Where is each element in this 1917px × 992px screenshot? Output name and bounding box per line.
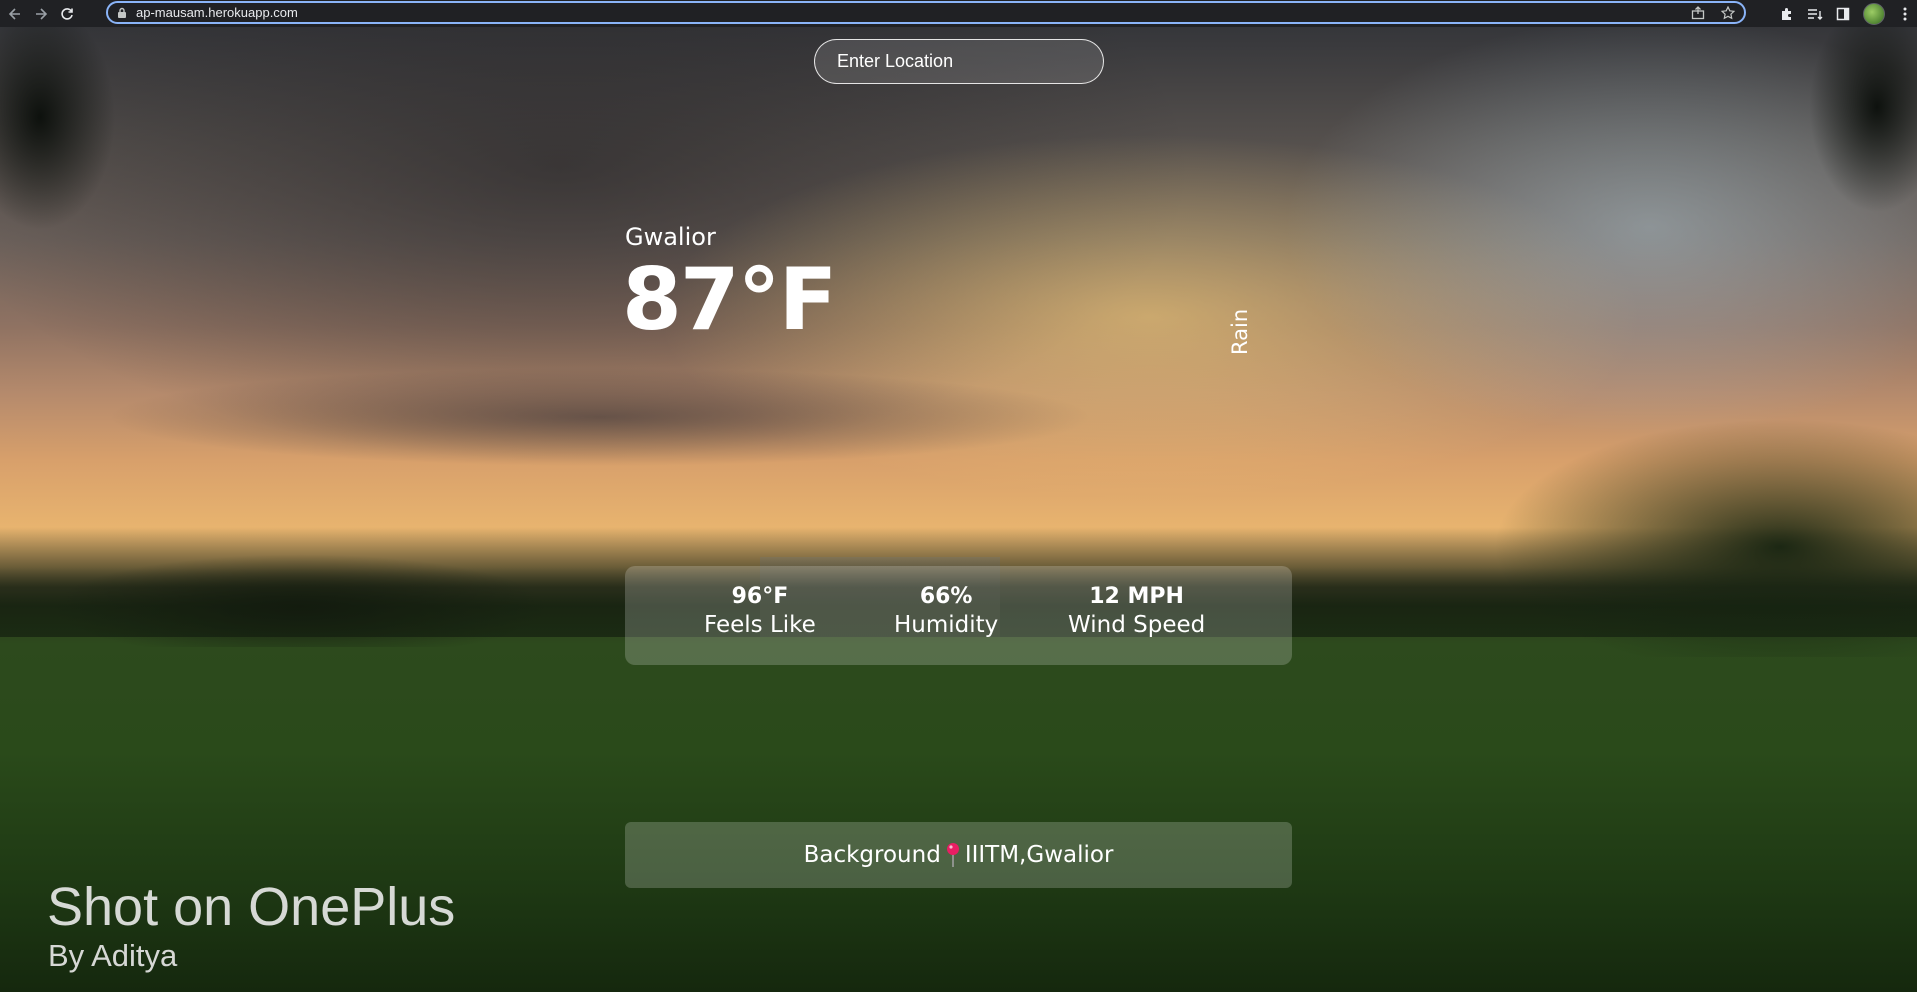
feels-like-stat: 96°F Feels Like bbox=[704, 584, 816, 638]
share-icon[interactable] bbox=[1690, 5, 1706, 21]
background-photo-leaves-left bbox=[0, 27, 160, 287]
lock-icon[interactable] bbox=[114, 5, 130, 21]
feels-like-label: Feels Like bbox=[704, 612, 816, 638]
background-label: Background bbox=[803, 842, 941, 868]
back-icon[interactable] bbox=[4, 3, 26, 25]
wind-speed-value: 12 MPH bbox=[1089, 584, 1184, 609]
background-location-panel: Background IIITM,Gwalior bbox=[625, 822, 1292, 888]
star-icon[interactable] bbox=[1720, 5, 1736, 21]
humidity-value: 66% bbox=[919, 584, 973, 609]
side-panel-icon[interactable] bbox=[1835, 6, 1851, 22]
location-search-input[interactable] bbox=[814, 39, 1104, 84]
photo-credit-author: By Aditya bbox=[48, 938, 178, 973]
location-pin-icon bbox=[945, 842, 961, 868]
address-bar[interactable]: ap-mausam.herokuapp.com bbox=[106, 1, 1746, 24]
wind-speed-stat: 12 MPH Wind Speed bbox=[1068, 584, 1205, 638]
humidity-label: Humidity bbox=[894, 612, 999, 638]
photo-credit-title: Shot on OnePlus bbox=[47, 877, 456, 937]
browser-toolbar: ap-mausam.herokuapp.com bbox=[0, 0, 1917, 27]
weather-condition: Rain bbox=[1228, 308, 1252, 355]
extensions-icon[interactable] bbox=[1779, 6, 1795, 22]
forward-icon[interactable] bbox=[30, 3, 52, 25]
background-photo-leaves-right bbox=[1767, 27, 1917, 257]
avatar[interactable] bbox=[1863, 2, 1885, 25]
city-name: Gwalior bbox=[625, 223, 716, 251]
temperature-value: 87°F bbox=[622, 250, 837, 350]
url-text[interactable]: ap-mausam.herokuapp.com bbox=[136, 5, 298, 20]
wind-speed-label: Wind Speed bbox=[1068, 612, 1206, 638]
background-place: IIITM,Gwalior bbox=[964, 842, 1114, 868]
background-photo-trees-left bbox=[0, 547, 620, 647]
menu-icon[interactable] bbox=[1897, 6, 1913, 22]
reload-icon[interactable] bbox=[56, 3, 78, 25]
humidity-stat: 66% Humidity bbox=[894, 584, 998, 638]
reading-list-icon[interactable] bbox=[1807, 6, 1823, 22]
background-photo-trees-right bbox=[1300, 407, 1917, 657]
feels-like-value: 96°F bbox=[731, 584, 789, 609]
page-viewport: Gwalior 87°F Rain 96°F Feels Like 66% Hu… bbox=[0, 27, 1917, 992]
weather-stats-panel: 96°F Feels Like 66% Humidity 12 MPH Wind… bbox=[625, 566, 1292, 665]
